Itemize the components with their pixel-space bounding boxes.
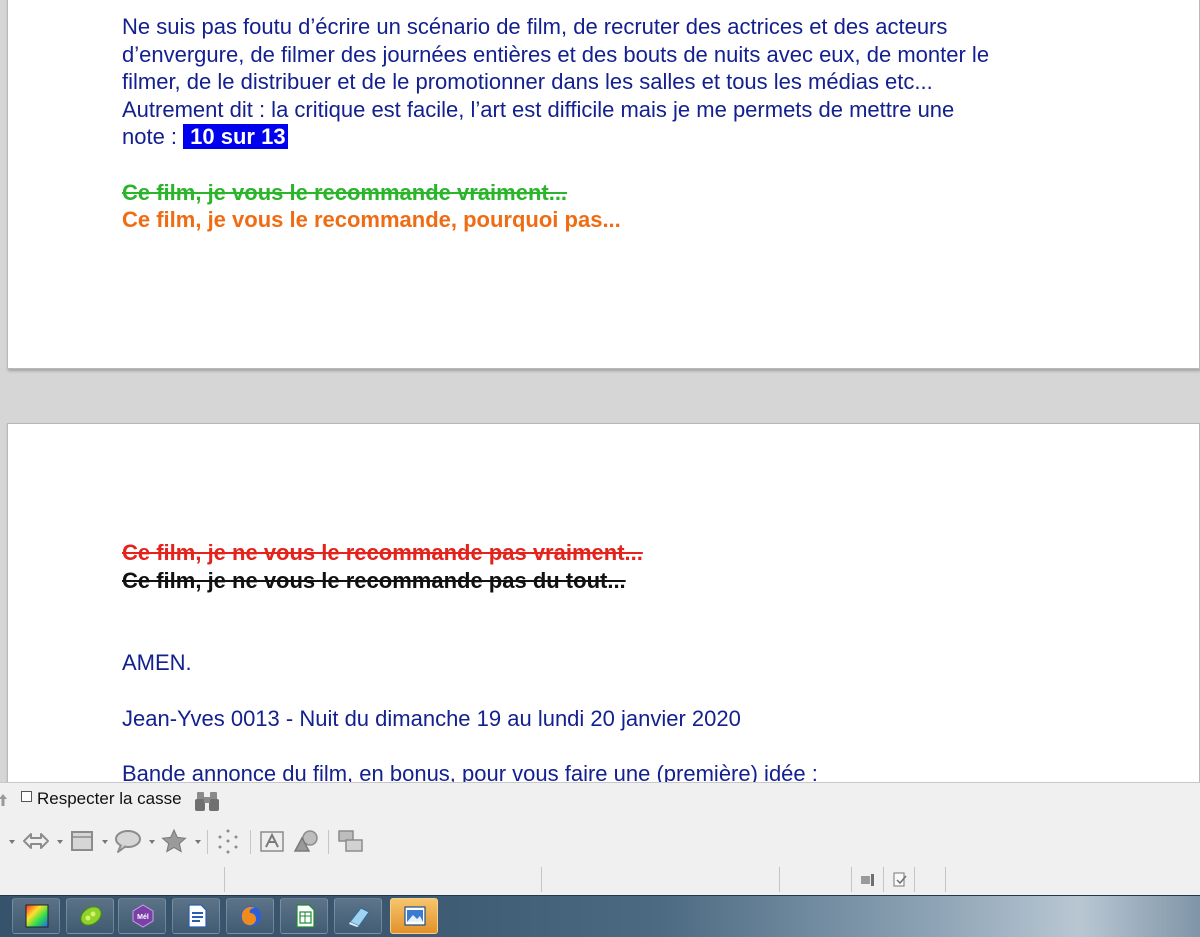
- toolbar-separator: [250, 830, 251, 854]
- status-separator: [779, 867, 780, 892]
- document-page-1[interactable]: Ne suis pas foutu d’écrire un scénario d…: [7, 0, 1200, 369]
- status-separator: [541, 867, 542, 892]
- document-area[interactable]: Ne suis pas foutu d’écrire un scénario d…: [0, 0, 1200, 782]
- document-page-2[interactable]: Ce film, je ne vous le recommande pas vr…: [7, 423, 1200, 782]
- find-toolbar: Respecter la casse: [0, 782, 1200, 819]
- taskbar-button-writer[interactable]: [172, 898, 220, 934]
- status-separator: [914, 867, 915, 892]
- status-separator: [224, 867, 225, 892]
- screen: Ne suis pas foutu d’écrire un scénario d…: [0, 0, 1200, 937]
- rectangle-shape-icon[interactable]: [68, 828, 96, 854]
- image-viewer-app-icon: [404, 906, 426, 926]
- callout-dropdown[interactable]: [149, 840, 155, 844]
- taskbar-button-calc[interactable]: [280, 898, 328, 934]
- shapes-icon[interactable]: [292, 828, 322, 854]
- writer-app-icon: [188, 904, 207, 928]
- svg-text:Mél: Mél: [137, 914, 149, 921]
- recommendation-strongly: Ce film, je vous le recommande vraiment.…: [122, 180, 568, 205]
- taskbar-button-color-picker[interactable]: [12, 898, 60, 934]
- recommendation-why-not: Ce film, je vous le recommande, pourquoi…: [122, 207, 621, 232]
- color-picker-app-icon: [25, 904, 49, 928]
- paragraph-line-4: Autrement dit : la critique est facile, …: [122, 97, 955, 122]
- callout-icon[interactable]: [113, 828, 143, 854]
- mail-app-icon: Mél: [132, 904, 154, 928]
- arrows-icon[interactable]: [21, 828, 51, 854]
- note-prefix: note :: [122, 124, 184, 149]
- view-layout-icon[interactable]: [860, 873, 876, 887]
- paragraph-line-2: d’envergure, de filmer des journées enti…: [122, 42, 990, 67]
- dropdown-arrow[interactable]: [9, 840, 15, 844]
- shape-dropdown[interactable]: [102, 840, 108, 844]
- eraser-app-icon: [349, 907, 370, 927]
- taskbar-button-mail[interactable]: Mél: [118, 898, 166, 934]
- taskbar: Mél: [0, 895, 1200, 937]
- calc-app-icon: [296, 904, 315, 928]
- taskbar-button-eraser[interactable]: [334, 898, 382, 934]
- arrows-dropdown[interactable]: [57, 840, 63, 844]
- find-previous-icon[interactable]: [0, 793, 8, 807]
- taskbar-button-image-viewer[interactable]: [390, 898, 438, 934]
- trailer-line: Bande annonce du film, en bonus, pour vo…: [122, 761, 818, 782]
- taskbar-button-firefox[interactable]: [226, 898, 274, 934]
- recommendation-not-at-all: Ce film, je ne vous le recommande pas du…: [122, 568, 626, 593]
- taskbar-button-pea[interactable]: [66, 898, 114, 934]
- toolbar-separator: [328, 830, 329, 854]
- note-line: note : 10 sur 13: [122, 123, 288, 151]
- paragraph-line-3: filmer, de le distribuer et de le promot…: [122, 69, 933, 94]
- status-separator: [945, 867, 946, 892]
- amen-text: AMEN.: [122, 650, 192, 675]
- status-bar: [0, 864, 1200, 895]
- star-icon[interactable]: [160, 828, 188, 854]
- firefox-app-icon: [241, 906, 261, 926]
- document-modified-icon[interactable]: [892, 872, 908, 888]
- match-case-checkbox[interactable]: [21, 791, 32, 802]
- binoculars-icon[interactable]: [194, 789, 220, 813]
- toolbar-separator: [207, 830, 208, 854]
- fontwork-icon[interactable]: [258, 828, 286, 854]
- align-objects-icon[interactable]: [336, 828, 366, 854]
- match-case-label: Respecter la casse: [37, 789, 182, 808]
- star-dropdown[interactable]: [195, 840, 201, 844]
- note-value-selected[interactable]: 10 sur 13: [183, 124, 288, 149]
- recommendation-not-really: Ce film, je ne vous le recommande pas vr…: [122, 540, 643, 565]
- pea-app-icon: [80, 906, 102, 926]
- paragraph-line-1: Ne suis pas foutu d’écrire un scénario d…: [122, 14, 948, 39]
- signature-line: Jean-Yves 0013 - Nuit du dimanche 19 au …: [122, 706, 741, 731]
- drawing-toolbar: [0, 818, 1200, 865]
- status-separator: [883, 867, 884, 892]
- points-icon[interactable]: [214, 828, 242, 854]
- status-separator: [851, 867, 852, 892]
